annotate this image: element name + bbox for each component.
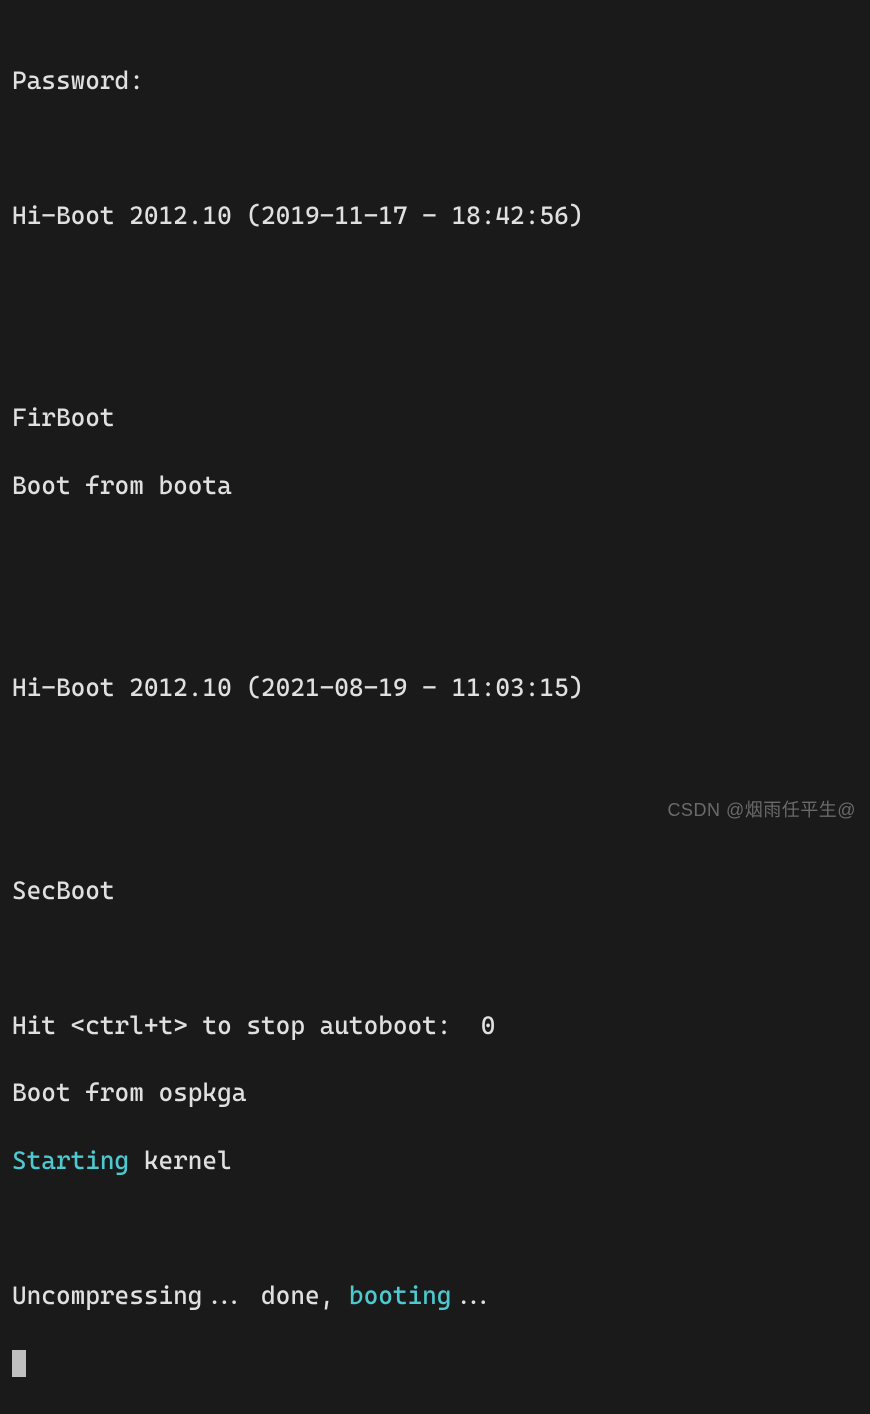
- blank-line: [12, 266, 858, 300]
- hiboot-version-2: Hi-Boot 2012.10 (2021-08-19 - 11:03:15): [12, 671, 858, 705]
- blank-line: [12, 739, 858, 773]
- blank-line: [12, 941, 858, 975]
- hiboot-version-1: Hi-Boot 2012.10 (2019-11-17 - 18:42:56): [12, 199, 858, 233]
- blank-line: [12, 1211, 858, 1245]
- cursor-line: [12, 1346, 858, 1380]
- csdn-watermark: CSDN @烟雨任平生@: [667, 798, 856, 822]
- secboot-label: SecBoot: [12, 874, 858, 908]
- boot-from-boota: Boot from boota: [12, 469, 858, 503]
- starting-kernel: Starting kernel: [12, 1144, 858, 1178]
- terminal-output: Password: Hi-Boot 2012.10 (2019-11-17 - …: [12, 30, 858, 1414]
- uncompressing-line: Uncompressing... done, booting...: [12, 1279, 858, 1313]
- starting-text: Starting: [12, 1146, 129, 1175]
- ellipsis-text: ...: [451, 1281, 495, 1310]
- blank-line: [12, 131, 858, 165]
- boot-from-ospkga: Boot from ospkga: [12, 1076, 858, 1110]
- blank-line: [12, 536, 858, 570]
- kernel-text: kernel: [129, 1146, 232, 1175]
- terminal-cursor: [12, 1350, 26, 1377]
- booting-text: booting: [349, 1281, 452, 1310]
- uncompressing-text: Uncompressing... done,: [12, 1281, 349, 1310]
- blank-line: [12, 334, 858, 368]
- password-prompt: Password:: [12, 64, 858, 98]
- autoboot-hint: Hit <ctrl+t> to stop autoboot: 0: [12, 1009, 858, 1043]
- blank-line: [12, 604, 858, 638]
- firboot-label: FirBoot: [12, 401, 858, 435]
